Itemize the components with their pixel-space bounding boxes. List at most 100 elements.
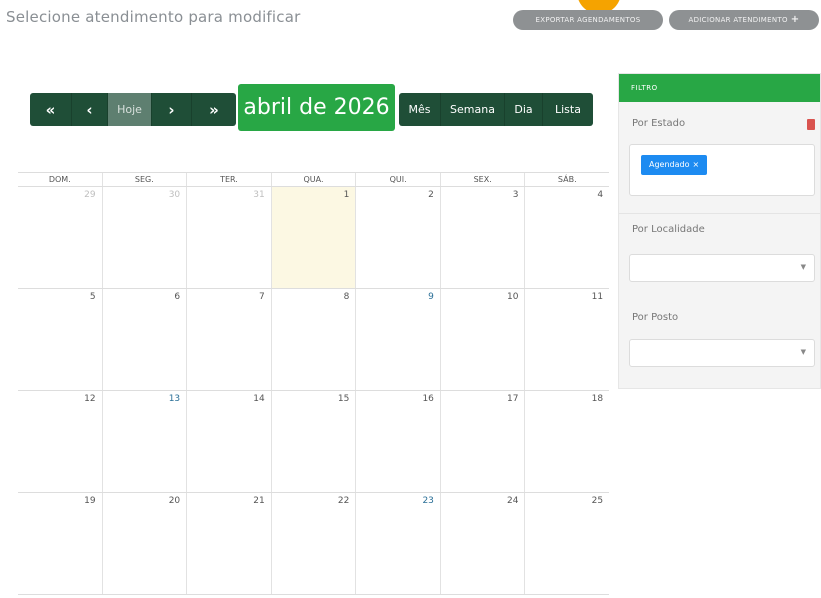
day-cell[interactable]: 2 [356, 187, 441, 288]
calendar-view-group: Mês Semana Dia Lista [399, 93, 593, 126]
day-number: 10 [507, 292, 519, 302]
calendar-week: 12 13 14 15 16 17 18 [18, 391, 609, 493]
day-cell[interactable]: 11 [525, 289, 609, 390]
day-number: 2 [428, 190, 434, 200]
weekday-label: SÁB. [557, 175, 577, 184]
day-cell[interactable]: 15 [272, 391, 357, 492]
next-month-button[interactable]: › [152, 93, 192, 126]
localidade-filter-label: Por Localidade [632, 224, 705, 235]
prev-year-button[interactable]: « [30, 93, 72, 126]
estado-multiselect[interactable]: Agendado × [629, 144, 815, 196]
day-number: 19 [84, 496, 96, 506]
day-cell[interactable]: 29 [18, 187, 103, 288]
day-number: 12 [84, 394, 96, 404]
weekday-label: DOM. [18, 173, 103, 186]
month-title: abril de 2026 [238, 84, 395, 131]
day-number: 20 [168, 496, 181, 506]
today-button[interactable]: Hoje [108, 93, 152, 126]
weekday-label: QUI. [356, 173, 441, 186]
view-week-button[interactable]: Semana [441, 93, 505, 126]
divider [619, 213, 820, 214]
day-cell[interactable]: 31 [187, 187, 272, 288]
calendar-nav-group: « ‹ Hoje › » [30, 93, 236, 126]
day-cell[interactable]: 20 [103, 493, 188, 594]
view-list-button[interactable]: Lista [543, 93, 593, 126]
posto-select[interactable]: ▼ [629, 339, 815, 367]
day-number: 14 [253, 394, 265, 404]
export-appointments-button[interactable]: EXPORTAR AGENDAMENTOS [513, 10, 663, 30]
weekday-label: SEX. [441, 173, 526, 186]
day-number: 23 [422, 496, 434, 506]
day-number: 3 [512, 190, 519, 200]
day-number: 11 [591, 292, 604, 302]
day-cell[interactable]: 9 [356, 289, 441, 390]
day-number: 24 [507, 496, 519, 506]
add-appointment-button[interactable]: ADICIONAR ATENDIMENTO + [669, 10, 819, 30]
calendar-week: 19 20 21 22 23 24 25 [18, 493, 609, 595]
day-number: 31 [253, 190, 265, 200]
day-cell[interactable]: 7 [187, 289, 272, 390]
day-cell[interactable]: 25 [525, 493, 609, 594]
day-number: 6 [174, 292, 181, 302]
day-number: 22 [337, 496, 350, 506]
day-cell[interactable]: 30 [103, 187, 188, 288]
weekday-label: SEG. [103, 173, 188, 186]
day-number: 17 [507, 394, 519, 404]
day-cell[interactable]: 5 [18, 289, 103, 390]
day-number: 7 [259, 292, 265, 302]
day-number: 30 [168, 190, 181, 200]
chevron-down-icon: ▼ [800, 348, 806, 356]
posto-filter-label: Por Posto [632, 312, 679, 323]
day-cell[interactable]: 23 [356, 493, 441, 594]
day-cell[interactable]: 14 [187, 391, 272, 492]
day-cell[interactable]: 21 [187, 493, 272, 594]
day-number: 21 [253, 496, 265, 506]
estado-tag-label: Agendado [649, 160, 690, 169]
day-cell[interactable]: 12 [18, 391, 103, 492]
day-cell[interactable]: 24 [441, 493, 526, 594]
day-cell[interactable]: 6 [103, 289, 188, 390]
day-cell-today[interactable]: 1 [271, 187, 357, 288]
day-cell[interactable]: 16 [356, 391, 441, 492]
filter-header: FILTRO [619, 74, 820, 102]
page-title: Selecione atendimento para modificar [6, 8, 301, 26]
day-number: 15 [337, 394, 350, 404]
view-month-button[interactable]: Mês [399, 93, 441, 126]
estado-tag[interactable]: Agendado × [641, 155, 708, 175]
close-icon[interactable]: × [693, 160, 700, 169]
month-calendar: DOM. SEG. TER. QUA. QUI. SEX. SÁB. 29 30… [18, 172, 609, 598]
calendar-week: 5 6 7 8 9 10 11 [18, 289, 609, 391]
day-cell[interactable]: 8 [272, 289, 357, 390]
day-number: 25 [591, 496, 604, 506]
day-number: 8 [343, 292, 350, 302]
localidade-select[interactable]: ▼ [629, 254, 815, 282]
day-number: 18 [591, 394, 604, 404]
day-cell[interactable]: 4 [525, 187, 609, 288]
day-number: 29 [84, 190, 96, 200]
day-cell[interactable]: 3 [441, 187, 526, 288]
day-number: 13 [168, 394, 181, 404]
day-number: 4 [597, 190, 604, 200]
chevron-down-icon: ▼ [800, 263, 806, 271]
calendar-week: 29 30 31 1 2 3 4 [18, 187, 609, 289]
weekday-label: QUA. [272, 173, 357, 186]
trash-icon[interactable] [807, 119, 815, 130]
add-appointment-label: ADICIONAR ATENDIMENTO [688, 16, 788, 24]
next-year-button[interactable]: » [192, 93, 236, 126]
day-cell[interactable]: 17 [441, 391, 526, 492]
plus-icon: + [790, 14, 800, 25]
view-day-button[interactable]: Dia [505, 93, 543, 126]
day-number: 9 [428, 292, 434, 302]
weekday-label: TER. [187, 173, 272, 186]
day-cell[interactable]: 22 [272, 493, 357, 594]
day-number: 16 [422, 394, 434, 404]
estado-filter-label: Por Estado [632, 118, 686, 129]
day-number: 1 [343, 190, 350, 200]
day-cell[interactable]: 10 [441, 289, 526, 390]
prev-month-button[interactable]: ‹ [72, 93, 108, 126]
filter-panel: FILTRO Por Estado Agendado × Por Localida… [618, 73, 821, 389]
weekday-header: DOM. SEG. TER. QUA. QUI. SEX. SÁB. [18, 173, 609, 187]
day-cell[interactable]: 18 [525, 391, 609, 492]
day-cell[interactable]: 13 [103, 391, 188, 492]
day-cell[interactable]: 19 [18, 493, 103, 594]
